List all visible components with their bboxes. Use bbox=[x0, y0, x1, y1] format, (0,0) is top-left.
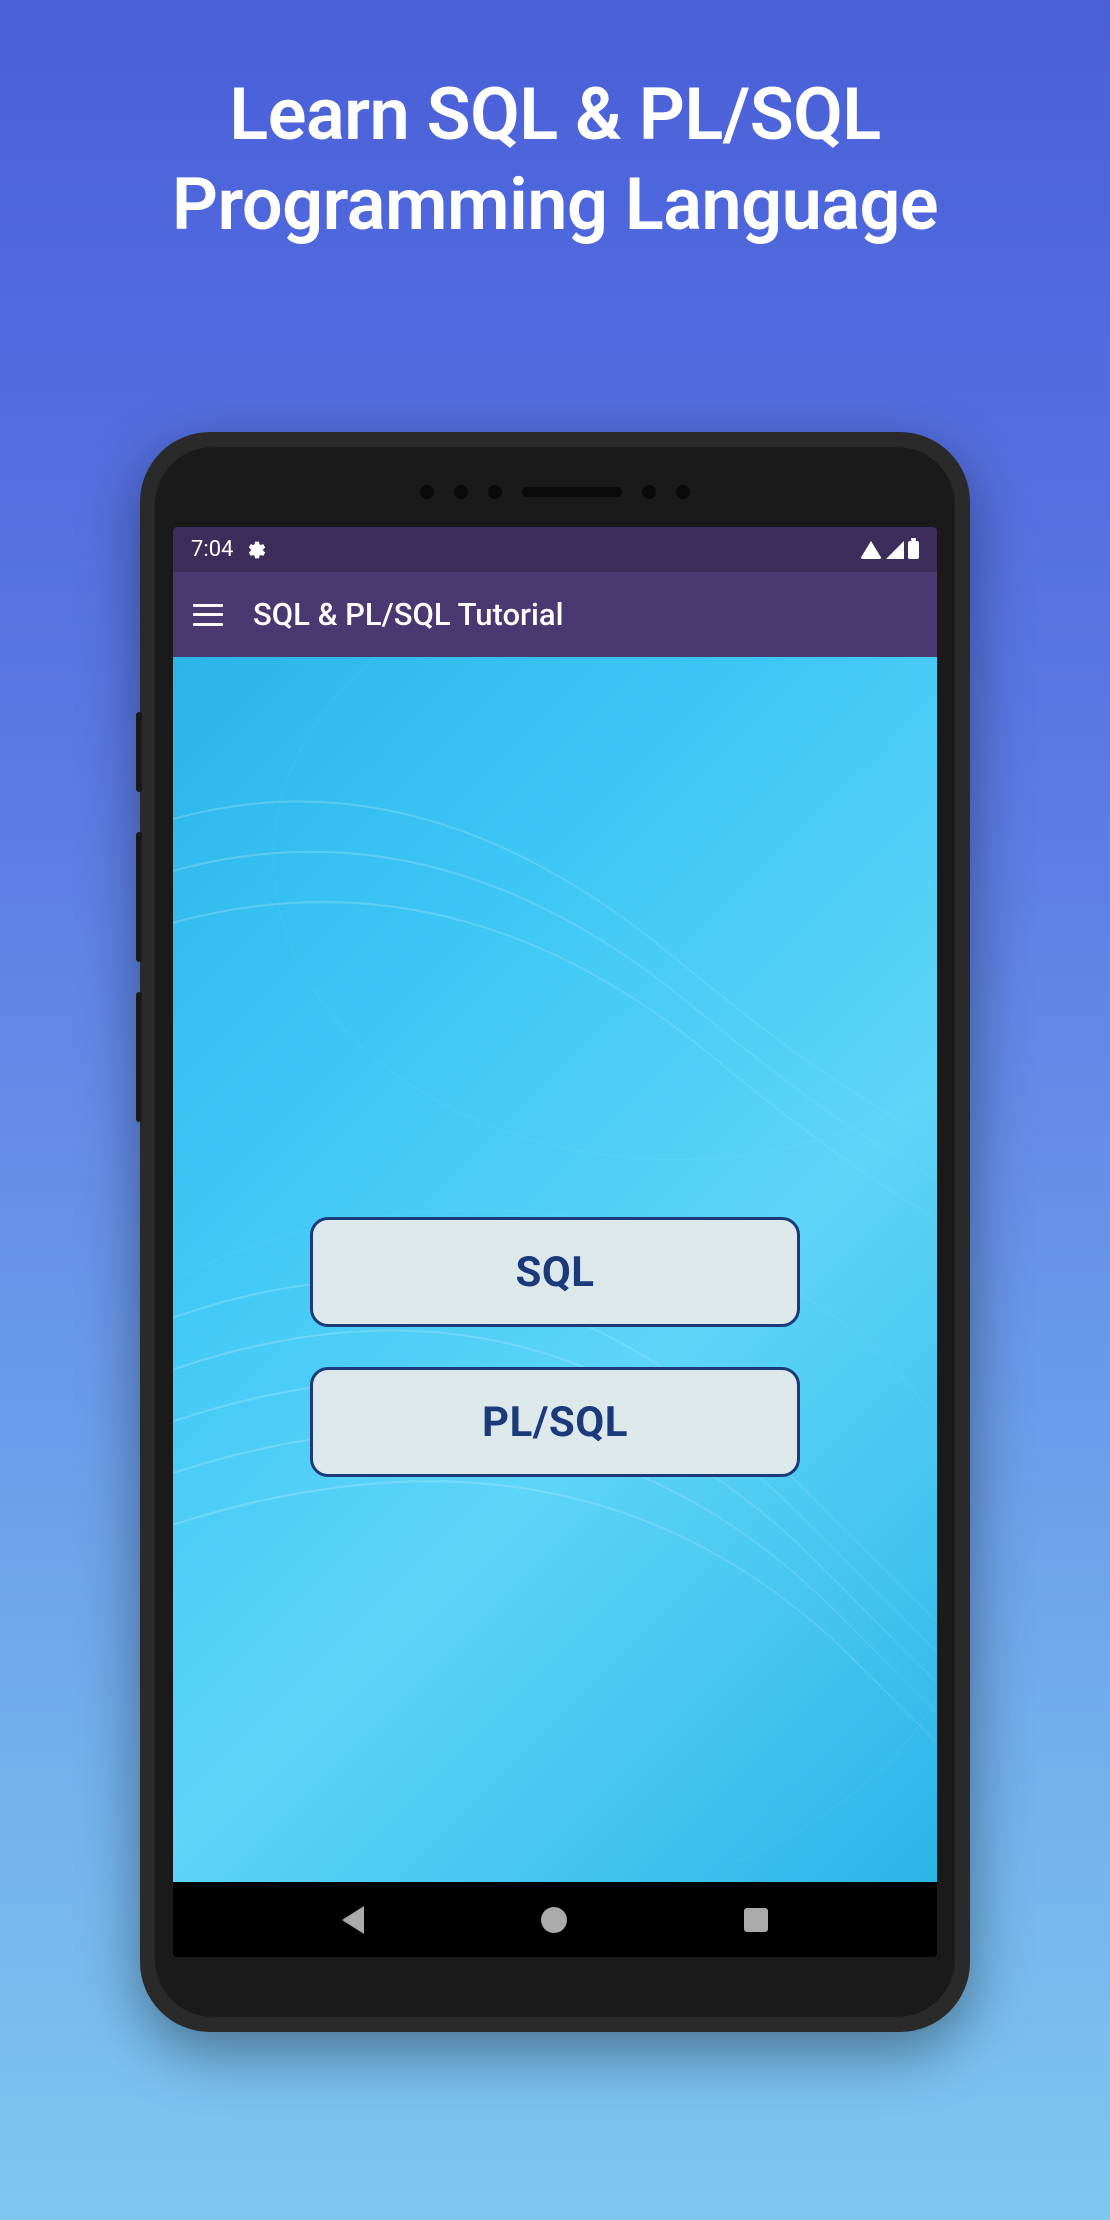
promo-headline: Learn SQL & PL/SQL Programming Language bbox=[0, 0, 1110, 250]
signal-icon bbox=[886, 541, 904, 559]
sql-button[interactable]: SQL bbox=[310, 1217, 800, 1327]
nav-back-icon[interactable] bbox=[342, 1906, 364, 1934]
phone-side-button bbox=[136, 712, 142, 792]
promo-line-1: Learn SQL & PL/SQL bbox=[40, 70, 1070, 160]
promo-line-2: Programming Language bbox=[40, 160, 1070, 250]
hamburger-menu-icon[interactable] bbox=[193, 604, 223, 626]
phone-mockup: 7:04 SQL & PL/SQL Tutorial bbox=[140, 432, 970, 2032]
app-title: SQL & PL/SQL Tutorial bbox=[253, 596, 564, 633]
plsql-button[interactable]: PL/SQL bbox=[310, 1367, 800, 1477]
status-right bbox=[860, 541, 919, 559]
sql-button-label: SQL bbox=[515, 1248, 594, 1297]
main-content: SQL PL/SQL bbox=[173, 657, 937, 1882]
status-time: 7:04 bbox=[191, 537, 233, 562]
app-bar: SQL & PL/SQL Tutorial bbox=[173, 572, 937, 657]
nav-home-icon[interactable] bbox=[541, 1907, 567, 1933]
phone-screen: 7:04 SQL & PL/SQL Tutorial bbox=[173, 527, 937, 1957]
gear-icon bbox=[247, 540, 267, 560]
phone-bezel: 7:04 SQL & PL/SQL Tutorial bbox=[155, 447, 955, 2017]
wifi-icon bbox=[860, 541, 882, 559]
battery-icon bbox=[908, 541, 919, 559]
nav-recent-icon[interactable] bbox=[744, 1908, 768, 1932]
navigation-bar bbox=[173, 1882, 937, 1957]
status-bar: 7:04 bbox=[173, 527, 937, 572]
button-group: SQL PL/SQL bbox=[173, 1217, 937, 1477]
status-left: 7:04 bbox=[191, 537, 267, 562]
phone-volume-down bbox=[136, 992, 142, 1122]
plsql-button-label: PL/SQL bbox=[482, 1398, 628, 1447]
phone-sensors bbox=[155, 477, 955, 507]
phone-volume-up bbox=[136, 832, 142, 962]
